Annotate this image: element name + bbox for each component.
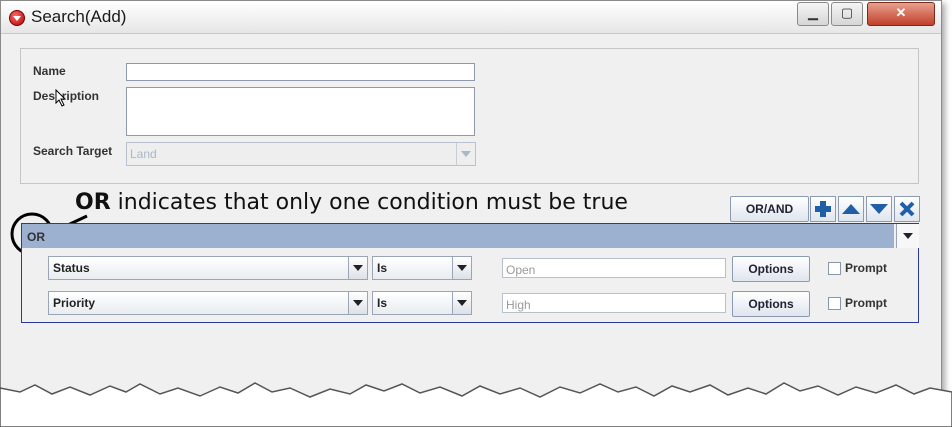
group-operator-dropdown[interactable]: [896, 224, 919, 248]
chevron-down-icon: [903, 233, 913, 239]
condition-field-value: Status: [53, 261, 90, 275]
condition-field-value: Priority: [53, 296, 96, 310]
condition-operator-select[interactable]: Is: [372, 291, 472, 315]
plus-icon: [815, 201, 831, 217]
options-button[interactable]: Options: [732, 256, 810, 282]
prompt-checkbox[interactable]: [828, 262, 841, 275]
torn-edge: [0, 382, 952, 427]
condition-operator-value: Is: [377, 261, 388, 275]
condition-group: OR Status Is Open Options Prompt Priorit…: [21, 223, 919, 323]
delete-group-button[interactable]: [894, 196, 920, 222]
mouse-cursor-icon: [55, 89, 67, 107]
condition-value-input[interactable]: High: [502, 293, 726, 313]
condition-field-select[interactable]: Priority: [48, 291, 368, 315]
condition-operator-select[interactable]: Is: [372, 256, 472, 280]
prompt-checkbox[interactable]: [828, 297, 841, 310]
condition-operator-value: Is: [377, 296, 388, 310]
chevron-down-icon: [348, 257, 367, 279]
or-and-toggle-button[interactable]: OR/AND: [730, 196, 809, 222]
chevron-down-icon: [452, 292, 471, 314]
condition-field-select[interactable]: Status: [48, 256, 368, 280]
delete-x-icon: [899, 201, 915, 217]
arrow-up-icon: [842, 204, 860, 214]
chevron-down-icon: [348, 292, 367, 314]
add-condition-button[interactable]: [810, 196, 836, 222]
group-operator-label: OR: [27, 230, 45, 244]
move-down-button[interactable]: [866, 196, 892, 222]
chevron-down-icon: [452, 257, 471, 279]
condition-value-input[interactable]: Open: [502, 258, 726, 278]
condition-value-placeholder: Open: [506, 263, 536, 277]
move-up-button[interactable]: [838, 196, 864, 222]
prompt-label: Prompt: [845, 261, 887, 275]
search-add-dialog: Search(Add) ▁ ▢ ✕ Name Description Searc…: [0, 0, 942, 422]
group-operator-bar[interactable]: OR: [22, 224, 894, 248]
prompt-label: Prompt: [845, 296, 887, 310]
condition-value-placeholder: High: [506, 298, 531, 312]
options-button[interactable]: Options: [732, 291, 810, 317]
arrow-down-icon: [870, 204, 888, 214]
annotation-highlight: [10, 212, 88, 256]
